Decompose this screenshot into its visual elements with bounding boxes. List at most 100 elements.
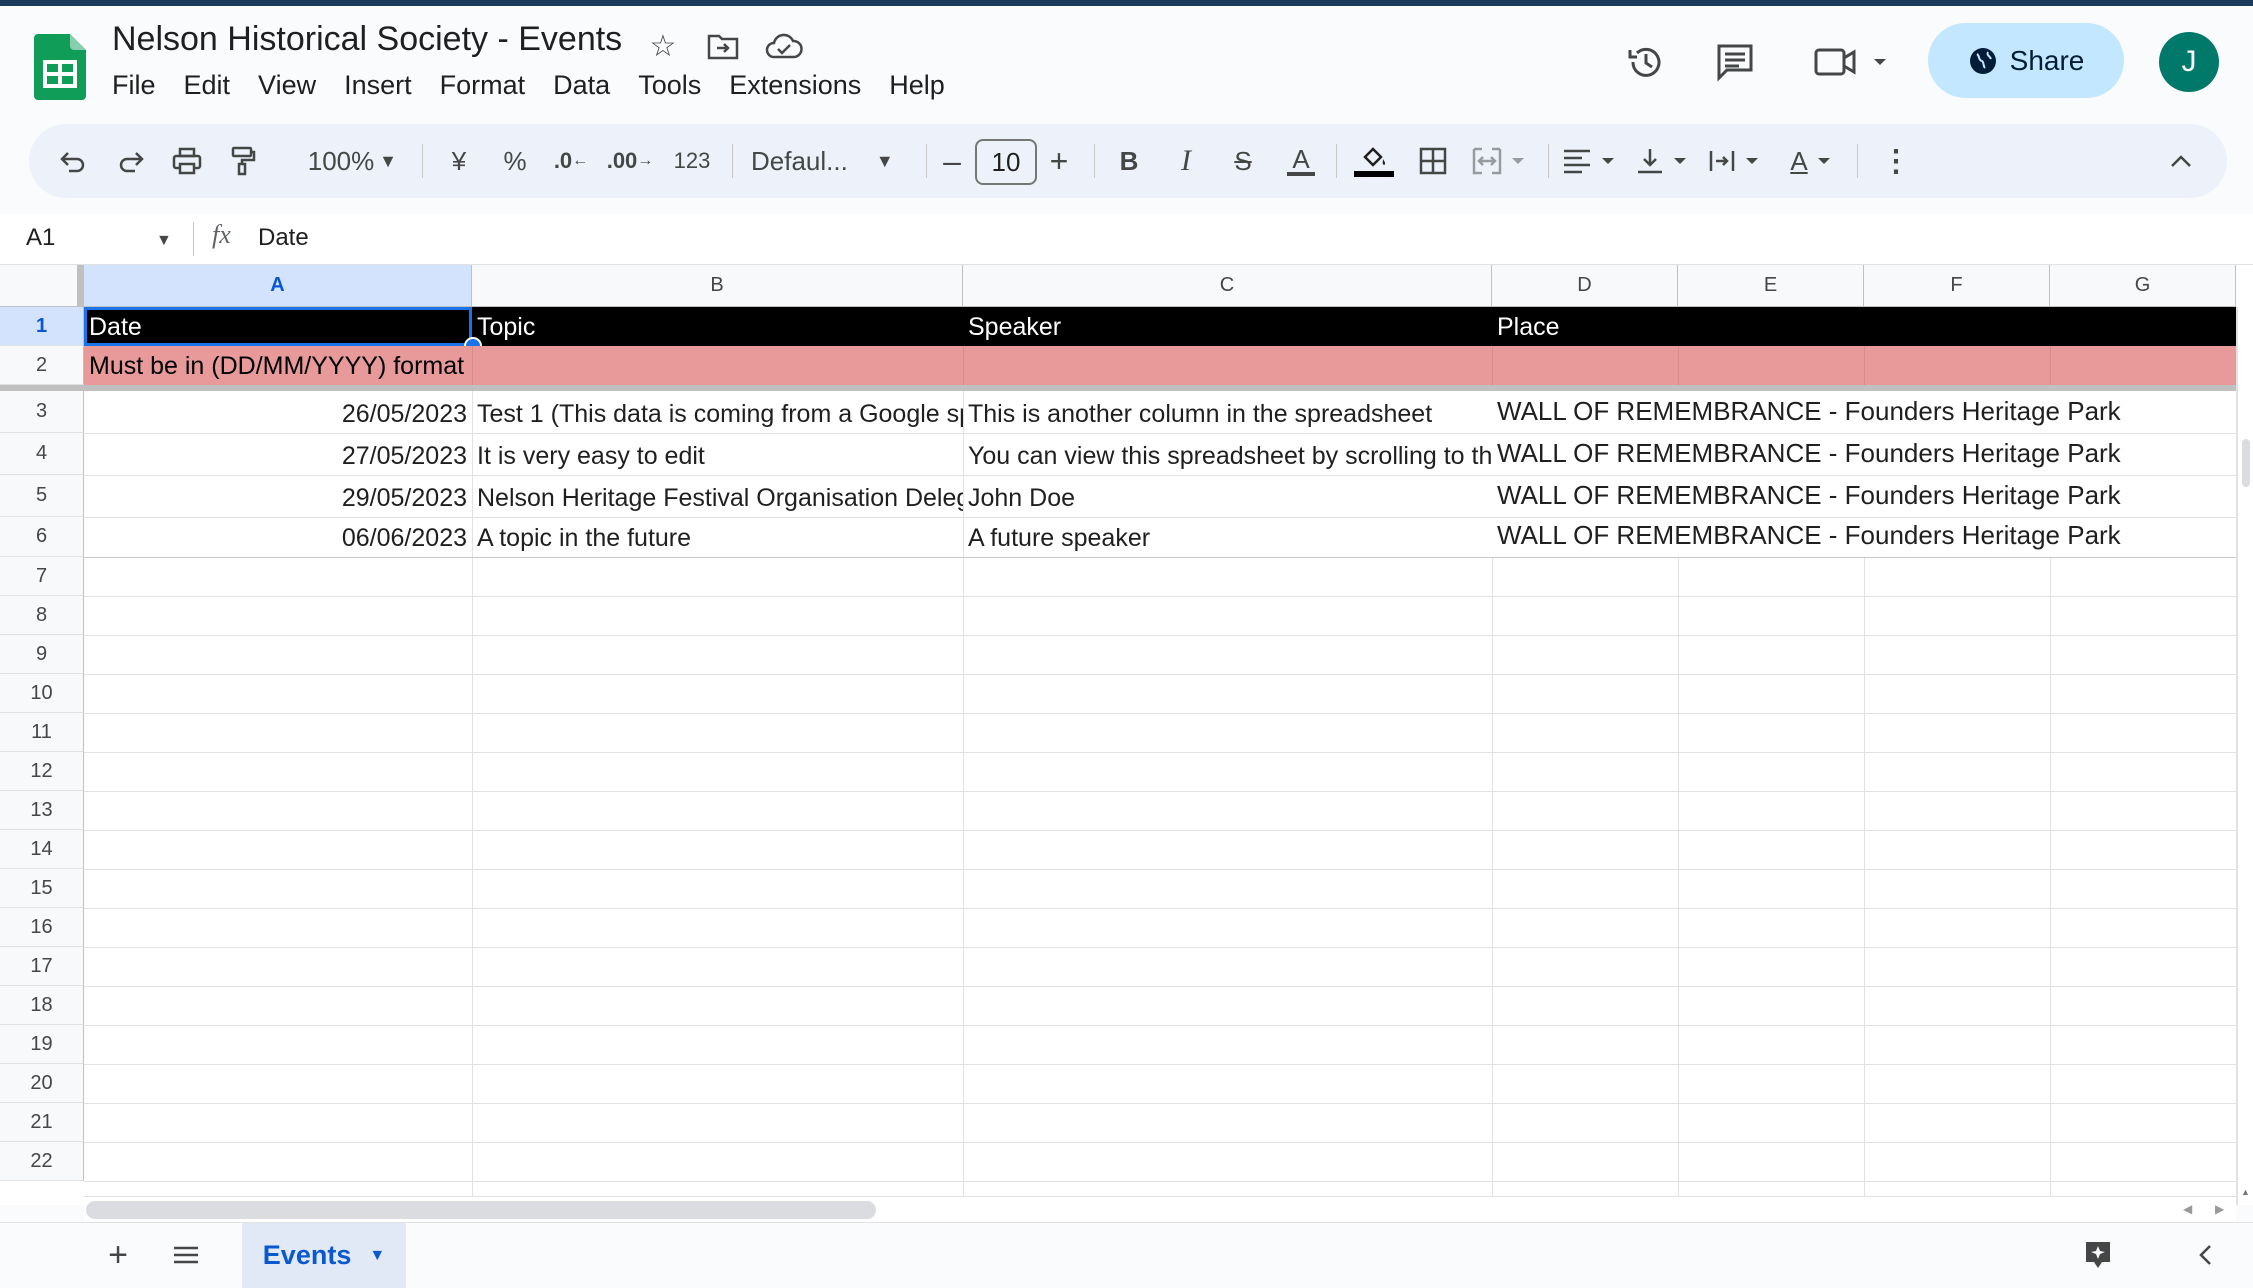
vertical-align-icon[interactable]	[1633, 124, 1703, 198]
column-header-g[interactable]: G	[2050, 265, 2236, 307]
text-color-button[interactable]: A	[1281, 124, 1321, 198]
cell-c3[interactable]: This is another column in the spreadshee…	[963, 391, 1492, 433]
cell-c6[interactable]: A future speaker	[963, 517, 1492, 557]
row-header-19[interactable]: 19	[0, 1025, 84, 1064]
cell-a5[interactable]: 29/05/2023	[84, 475, 472, 517]
cell-b5[interactable]: Nelson Heritage Festival Organisation De…	[472, 475, 963, 517]
currency-format-button[interactable]: ¥	[441, 124, 477, 198]
menu-data[interactable]: Data	[553, 70, 610, 101]
cell-c1[interactable]: Speaker	[963, 307, 1492, 346]
borders-icon[interactable]	[1413, 124, 1453, 198]
text-rotation-button[interactable]: A	[1779, 124, 1849, 198]
column-header-f[interactable]: F	[1864, 265, 2050, 307]
meet-video-icon[interactable]	[1810, 40, 1890, 84]
menu-tools[interactable]: Tools	[638, 70, 701, 101]
all-sheets-icon[interactable]	[164, 1233, 208, 1277]
cell-a3[interactable]: 26/05/2023	[84, 391, 472, 433]
cell-b4[interactable]: It is very easy to edit	[472, 433, 963, 475]
row-header-12[interactable]: 12	[0, 752, 84, 791]
percent-format-button[interactable]: %	[497, 124, 533, 198]
row-header-22[interactable]: 22	[0, 1142, 84, 1181]
column-header-a[interactable]: A	[84, 265, 472, 307]
row-header-2[interactable]: 2	[0, 346, 84, 385]
font-size-input[interactable]: 10	[975, 139, 1037, 185]
cell-d4[interactable]: WALL OF REMEMBRANCE - Founders Heritage …	[1492, 433, 2236, 475]
document-title[interactable]: Nelson Historical Society - Events	[112, 20, 622, 59]
redo-icon[interactable]	[111, 124, 151, 198]
row-header-16[interactable]: 16	[0, 908, 84, 947]
cell-b1[interactable]: Topic	[472, 307, 963, 346]
paint-format-icon[interactable]	[223, 124, 263, 198]
row-header-13[interactable]: 13	[0, 791, 84, 830]
menu-edit[interactable]: Edit	[184, 70, 231, 101]
cell-d1[interactable]: Place	[1492, 307, 1678, 346]
side-panel-toggle-icon[interactable]	[2190, 1237, 2220, 1273]
horizontal-scroll-thumb[interactable]	[86, 1201, 876, 1219]
row-header-18[interactable]: 18	[0, 986, 84, 1025]
bold-button[interactable]: B	[1109, 124, 1149, 198]
version-history-icon[interactable]	[1620, 40, 1670, 84]
row-header-9[interactable]: 9	[0, 635, 84, 674]
horizontal-align-icon[interactable]	[1559, 124, 1629, 198]
italic-button[interactable]: I	[1166, 124, 1206, 198]
row-header-5[interactable]: 5	[0, 475, 84, 517]
scroll-left-icon[interactable]: ◀	[2183, 1202, 2192, 1216]
scroll-right-icon[interactable]: ▶	[2215, 1202, 2224, 1216]
vertical-scrollbar[interactable]: ▲	[2237, 307, 2253, 1205]
row-header-15[interactable]: 15	[0, 869, 84, 908]
cell-a6[interactable]: 06/06/2023	[84, 517, 472, 557]
more-options-icon[interactable]: ⋮	[1881, 124, 1911, 198]
increase-font-size-button[interactable]: +	[1039, 124, 1079, 198]
row-header-20[interactable]: 20	[0, 1064, 84, 1103]
row-header-8[interactable]: 8	[0, 596, 84, 635]
menu-file[interactable]: File	[112, 70, 156, 101]
add-sheet-icon[interactable]: +	[96, 1233, 140, 1277]
column-header-b[interactable]: B	[472, 265, 963, 307]
column-header-e[interactable]: E	[1678, 265, 1864, 307]
font-select[interactable]: Defaul... ▼	[749, 124, 911, 198]
print-icon[interactable]	[167, 124, 207, 198]
increase-decimal-button[interactable]: .00 →	[605, 124, 655, 198]
freeze-handle[interactable]	[77, 265, 83, 307]
strikethrough-button[interactable]: S	[1223, 124, 1263, 198]
collapse-toolbar-icon[interactable]	[2161, 124, 2201, 198]
share-button[interactable]: Share	[1928, 23, 2124, 98]
row-header-1[interactable]: 1	[0, 307, 84, 346]
move-folder-icon[interactable]	[705, 28, 741, 64]
text-wrapping-icon[interactable]	[1705, 124, 1775, 198]
merge-cells-icon[interactable]	[1469, 124, 1535, 198]
menu-extensions[interactable]: Extensions	[729, 70, 861, 101]
avatar[interactable]: J	[2159, 32, 2219, 92]
menu-format[interactable]: Format	[440, 70, 526, 101]
comments-icon[interactable]	[1710, 40, 1760, 84]
row-header-7[interactable]: 7	[0, 557, 84, 596]
select-all-corner[interactable]	[0, 265, 84, 307]
row-header-14[interactable]: 14	[0, 830, 84, 869]
decrease-decimal-button[interactable]: .0 ←	[549, 124, 593, 198]
cell-d3[interactable]: WALL OF REMEMBRANCE - Founders Heritage …	[1492, 391, 2236, 433]
star-icon[interactable]: ☆	[645, 28, 681, 64]
vertical-scroll-thumb[interactable]	[2242, 439, 2250, 487]
cell-c5[interactable]: John Doe	[963, 475, 1492, 517]
cell-c4[interactable]: You can view this spreadsheet by scrolli…	[963, 433, 1492, 475]
row-header-11[interactable]: 11	[0, 713, 84, 752]
menu-help[interactable]: Help	[889, 70, 945, 101]
row-header-3[interactable]: 3	[0, 391, 84, 433]
cell-a4[interactable]: 27/05/2023	[84, 433, 472, 475]
number-format-button[interactable]: 123	[667, 124, 717, 198]
menu-insert[interactable]: Insert	[344, 70, 412, 101]
explore-icon[interactable]	[2080, 1237, 2116, 1273]
formula-input[interactable]: Date	[258, 224, 309, 252]
undo-icon[interactable]	[53, 124, 93, 198]
sheet-tab-dropdown-icon[interactable]: ▼	[369, 1247, 385, 1265]
row-header-21[interactable]: 21	[0, 1103, 84, 1142]
cell-d5[interactable]: WALL OF REMEMBRANCE - Founders Heritage …	[1492, 475, 2236, 517]
row-header-6[interactable]: 6	[0, 517, 84, 557]
sheet-tab-events[interactable]: Events ▼	[242, 1223, 406, 1288]
cell-d6[interactable]: WALL OF REMEMBRANCE - Founders Heritage …	[1492, 517, 2236, 557]
zoom-dropdown-icon[interactable]: ▼	[373, 124, 403, 198]
cell-a2[interactable]: Must be in (DD/MM/YYYY) format	[84, 346, 472, 385]
row-header-10[interactable]: 10	[0, 674, 84, 713]
column-header-d[interactable]: D	[1492, 265, 1678, 307]
column-header-c[interactable]: C	[963, 265, 1492, 307]
